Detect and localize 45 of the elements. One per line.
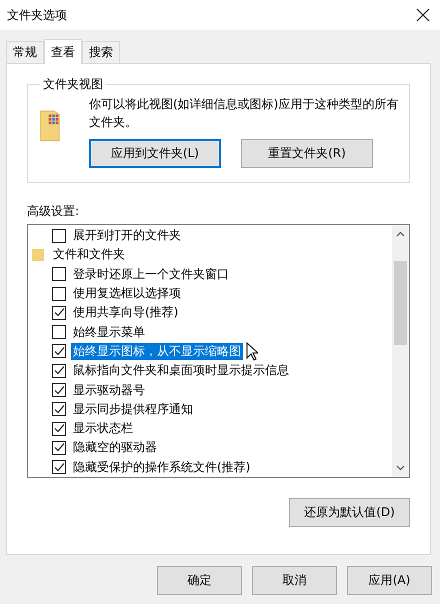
- advanced-label: 高级设置:: [27, 203, 80, 220]
- scroll-down-icon[interactable]: [396, 465, 405, 471]
- setting-item[interactable]: 始终显示菜单: [71, 324, 147, 341]
- tab[interactable]: 搜索: [82, 41, 120, 63]
- folder-view-button[interactable]: 重置文件夹(R): [240, 139, 373, 168]
- checkbox[interactable]: [52, 402, 66, 416]
- setting-item[interactable]: 登录时还原上一个文件夹窗口: [71, 266, 231, 283]
- close-icon[interactable]: [416, 8, 430, 22]
- checkbox[interactable]: [52, 364, 66, 378]
- setting-item[interactable]: 使用共享向导(推荐): [71, 304, 180, 322]
- setting-item[interactable]: 使用复选框以选择项: [71, 285, 183, 302]
- checkbox[interactable]: [52, 267, 66, 282]
- setting-item[interactable]: 展开到打开的文件夹: [71, 227, 183, 244]
- setting-item[interactable]: 文件和文件夹: [51, 246, 127, 264]
- restore-defaults-button[interactable]: 还原为默认值(D): [289, 498, 410, 527]
- scrollbar[interactable]: [392, 225, 409, 477]
- folder-icon: [32, 248, 46, 262]
- checkbox[interactable]: [52, 344, 66, 358]
- setting-item[interactable]: 始终显示图标，从不显示缩略图: [71, 342, 243, 360]
- folder-view-button[interactable]: 应用到文件夹(L): [88, 139, 221, 168]
- checkbox[interactable]: [52, 460, 66, 474]
- checkbox[interactable]: [52, 440, 66, 455]
- window-title: 文件夹选项: [7, 6, 67, 24]
- scroll-up-icon[interactable]: [396, 231, 405, 237]
- setting-item[interactable]: 显示状态栏: [71, 420, 135, 438]
- setting-item[interactable]: 显示同步提供程序通知: [71, 400, 195, 418]
- description-text: 你可以将此视图(如详细信息或图标)应用于这种类型的所有文件夹。: [88, 96, 400, 131]
- checkbox[interactable]: [52, 383, 66, 398]
- tab[interactable]: 查看: [44, 39, 82, 64]
- checkbox[interactable]: [52, 306, 66, 320]
- dialog-button[interactable]: 取消: [252, 566, 337, 595]
- checkbox[interactable]: [52, 228, 66, 243]
- checkbox[interactable]: [52, 286, 66, 301]
- group-title: 文件夹视图: [42, 76, 104, 93]
- scrollbar-thumb[interactable]: [394, 261, 407, 345]
- dialog-button[interactable]: 确定: [157, 566, 242, 595]
- setting-item[interactable]: 隐藏空的驱动器: [71, 439, 159, 456]
- tab[interactable]: 常规: [6, 41, 44, 63]
- checkbox[interactable]: [52, 325, 66, 340]
- setting-item[interactable]: 隐藏受保护的操作系统文件(推荐): [71, 458, 252, 476]
- checkbox[interactable]: [52, 422, 66, 436]
- setting-item[interactable]: 显示驱动器号: [71, 382, 147, 399]
- mouse-cursor-icon: [246, 342, 258, 361]
- dialog-button[interactable]: 应用(A): [347, 566, 432, 595]
- setting-item[interactable]: 鼠标指向文件夹和桌面项时显示提示信息: [71, 362, 291, 380]
